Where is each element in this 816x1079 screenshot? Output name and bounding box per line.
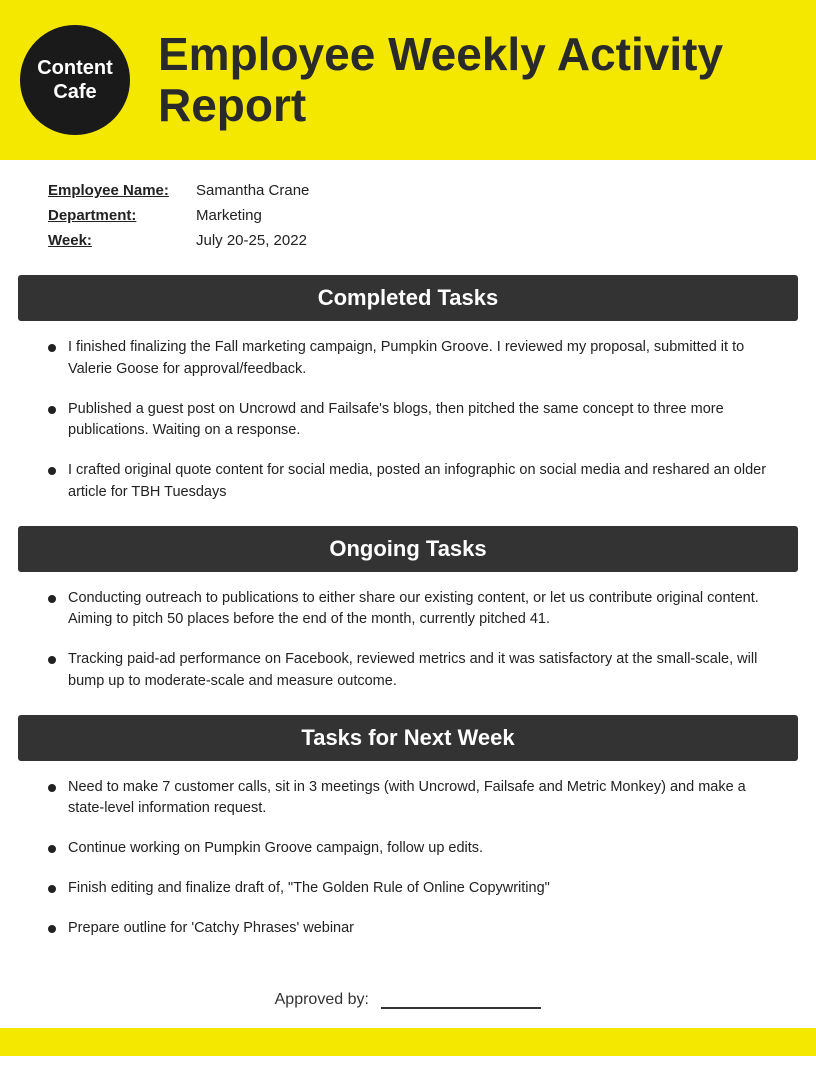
bullet-icon <box>48 406 56 414</box>
list-item: I finished finalizing the Fall marketing… <box>48 337 768 381</box>
bullet-icon <box>48 885 56 893</box>
info-section: Employee Name: Samantha Crane Department… <box>0 160 816 275</box>
list-item: Need to make 7 customer calls, sit in 3 … <box>48 777 768 821</box>
employee-value: Samantha Crane <box>196 182 309 199</box>
task-text: Prepare outline for 'Catchy Phrases' web… <box>68 918 354 940</box>
task-text: I crafted original quote content for soc… <box>68 460 768 504</box>
footer-bar <box>0 1028 816 1056</box>
list-item: Continue working on Pumpkin Groove campa… <box>48 838 768 860</box>
task-text: Conducting outreach to publications to e… <box>68 588 768 632</box>
next-week-tasks-header: Tasks for Next Week <box>18 715 798 761</box>
completed-tasks-header: Completed Tasks <box>18 275 798 321</box>
bullet-icon <box>48 467 56 475</box>
bullet-icon <box>48 656 56 664</box>
logo: ContentCafe <box>20 25 130 135</box>
list-item: Conducting outreach to publications to e… <box>48 588 768 632</box>
completed-tasks-list: I finished finalizing the Fall marketing… <box>0 321 816 526</box>
department-value: Marketing <box>196 207 262 224</box>
approved-section: Approved by: <box>0 961 816 1029</box>
week-label: Week: <box>48 232 196 249</box>
report-title: Employee Weekly Activity Report <box>158 29 792 130</box>
department-row: Department: Marketing <box>48 207 768 224</box>
bullet-icon <box>48 784 56 792</box>
week-row: Week: July 20-25, 2022 <box>48 232 768 249</box>
bullet-icon <box>48 595 56 603</box>
ongoing-tasks-header: Ongoing Tasks <box>18 526 798 572</box>
approved-label: Approved by: <box>275 991 369 1008</box>
bullet-icon <box>48 344 56 352</box>
logo-text: ContentCafe <box>37 56 113 104</box>
next-week-tasks-list: Need to make 7 customer calls, sit in 3 … <box>0 761 816 962</box>
list-item: Finish editing and finalize draft of, "T… <box>48 878 768 900</box>
task-text: Continue working on Pumpkin Groove campa… <box>68 838 483 860</box>
employee-label: Employee Name: <box>48 182 196 199</box>
task-text: I finished finalizing the Fall marketing… <box>68 337 768 381</box>
list-item: I crafted original quote content for soc… <box>48 460 768 504</box>
department-label: Department: <box>48 207 196 224</box>
employee-row: Employee Name: Samantha Crane <box>48 182 768 199</box>
week-value: July 20-25, 2022 <box>196 232 307 249</box>
task-text: Need to make 7 customer calls, sit in 3 … <box>68 777 768 821</box>
task-text: Published a guest post on Uncrowd and Fa… <box>68 399 768 443</box>
task-text: Finish editing and finalize draft of, "T… <box>68 878 550 900</box>
task-text: Tracking paid-ad performance on Facebook… <box>68 649 768 693</box>
page-wrapper: ContentCafe Employee Weekly Activity Rep… <box>0 0 816 1079</box>
bullet-icon <box>48 845 56 853</box>
ongoing-tasks-list: Conducting outreach to publications to e… <box>0 572 816 715</box>
header: ContentCafe Employee Weekly Activity Rep… <box>0 0 816 160</box>
list-item: Tracking paid-ad performance on Facebook… <box>48 649 768 693</box>
approved-line <box>381 989 541 1009</box>
list-item: Prepare outline for 'Catchy Phrases' web… <box>48 918 768 940</box>
bullet-icon <box>48 925 56 933</box>
list-item: Published a guest post on Uncrowd and Fa… <box>48 399 768 443</box>
